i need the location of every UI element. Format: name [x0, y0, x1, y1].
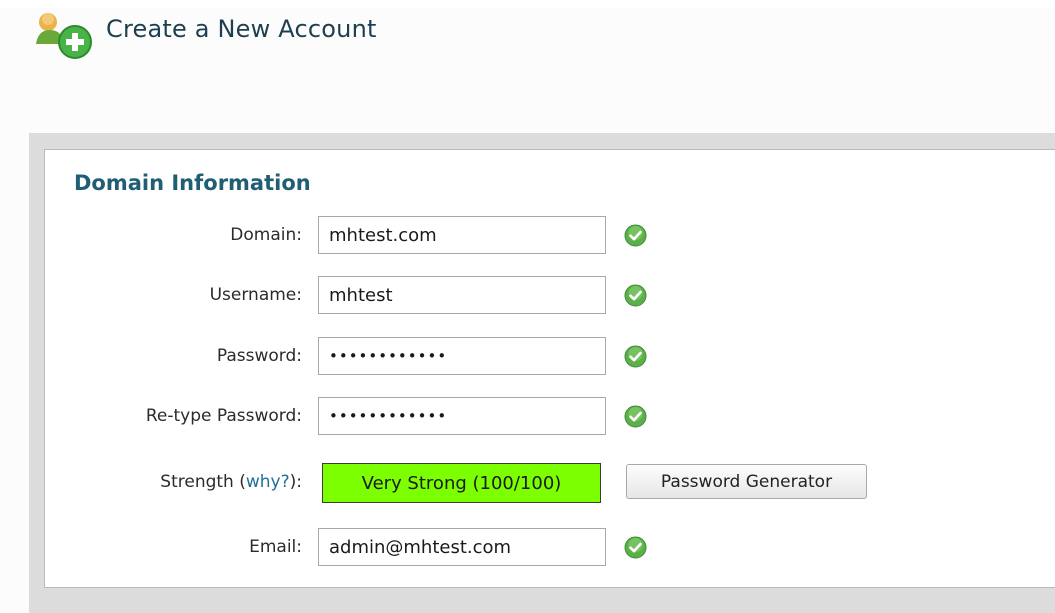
check-circle-icon: [624, 405, 647, 428]
email-row: Email:: [0, 528, 1055, 566]
why-link[interactable]: why?: [246, 472, 290, 492]
strength-row: Strength (why?): Very Strong (100/100) P…: [0, 463, 1055, 503]
strength-label-prefix: Strength (: [160, 472, 246, 492]
domain-label: Domain:: [230, 225, 302, 245]
password-input[interactable]: [318, 337, 606, 375]
strength-label-suffix: ):: [289, 472, 302, 492]
page-title: Create a New Account: [106, 15, 377, 43]
email-input[interactable]: [318, 528, 606, 566]
retype-password-input[interactable]: [318, 397, 606, 435]
retype-password-row: Re-type Password:: [0, 397, 1055, 435]
domain-input[interactable]: [318, 216, 606, 254]
check-circle-icon: [624, 345, 647, 368]
email-label: Email:: [249, 537, 302, 557]
check-circle-icon: [624, 536, 647, 559]
check-circle-icon: [624, 224, 647, 247]
domain-row: Domain:: [0, 216, 1055, 254]
password-label: Password:: [216, 346, 302, 366]
retype-password-label: Re-type Password:: [145, 406, 302, 426]
username-input[interactable]: [318, 276, 606, 314]
page-header: [36, 8, 102, 64]
password-row: Password:: [0, 337, 1055, 375]
username-row: Username:: [0, 276, 1055, 314]
password-strength-meter: Very Strong (100/100): [322, 463, 601, 503]
section-title: Domain Information: [74, 171, 311, 195]
username-label: Username:: [209, 285, 302, 305]
strength-label: Strength (why?):: [160, 472, 302, 492]
check-circle-icon: [624, 284, 647, 307]
user-add-icon: [36, 8, 102, 64]
password-generator-button[interactable]: Password Generator: [626, 464, 867, 499]
top-strip: [0, 0, 1055, 8]
